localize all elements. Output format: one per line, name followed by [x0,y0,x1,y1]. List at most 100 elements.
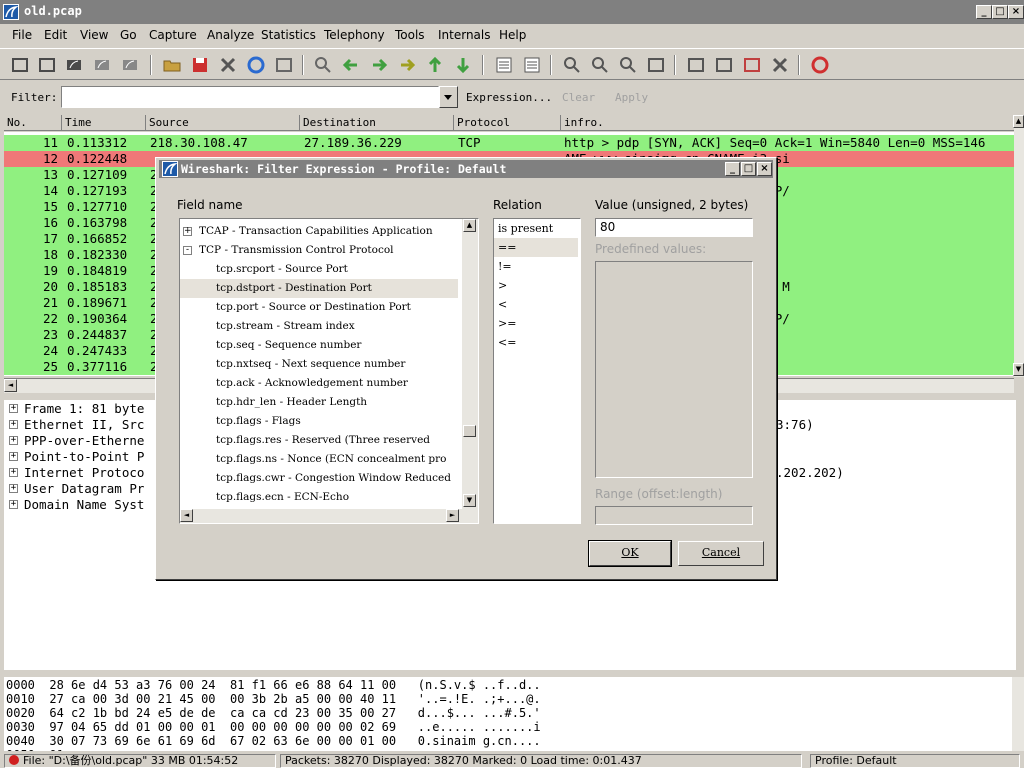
field-tree-item[interactable]: tcp.srcport - Source Port [180,260,458,279]
ok-button[interactable]: OK [588,540,672,567]
go-back-icon[interactable] [341,55,361,75]
zoom-normal-icon[interactable] [618,55,638,75]
field-tree-item[interactable]: tcp.stream - Stream index [180,317,458,336]
open-file-icon[interactable] [162,55,182,75]
minimize-icon[interactable]: _ [976,5,992,19]
collapse-icon[interactable]: - [183,246,192,255]
relation-item[interactable]: is present [494,219,578,238]
display-filters-icon[interactable] [714,55,734,75]
value-input[interactable]: 80 [595,218,753,237]
expand-icon[interactable]: + [9,468,18,477]
scroll-left-icon[interactable]: ◄ [180,509,193,522]
capture-options-icon[interactable] [37,55,57,75]
field-tree-item[interactable]: tcp.hdr_len - Header Length [180,393,458,412]
go-forward-icon[interactable] [369,55,389,75]
menu-internals[interactable]: Internals [438,28,491,42]
resize-columns-icon[interactable] [646,55,666,75]
field-tree-item[interactable]: tcp.flags - Flags [180,412,458,431]
scroll-thumb[interactable] [463,425,476,437]
relation-item[interactable]: >= [494,314,578,333]
dialog-close-icon[interactable]: × [757,162,772,176]
capture-filters-icon[interactable] [686,55,706,75]
menu-capture[interactable]: Capture [149,28,197,42]
expand-icon[interactable]: + [9,500,18,509]
preferences-icon[interactable] [770,55,790,75]
clear-button[interactable]: Clear [562,91,595,104]
relation-item[interactable]: <= [494,333,578,352]
expert-info-icon[interactable] [9,755,19,765]
menu-statistics[interactable]: Statistics [261,28,316,42]
close-file-icon[interactable] [218,55,238,75]
relation-item[interactable]: < [494,295,578,314]
menu-view[interactable]: View [80,28,108,42]
column-header[interactable]: Time [62,115,146,131]
scroll-down-icon[interactable]: ▼ [463,494,476,507]
column-header[interactable]: Protocol [454,115,561,131]
expand-icon[interactable]: + [183,227,192,236]
field-tree-item[interactable]: tcp.dstport - Destination Port [180,279,458,298]
expression-button[interactable]: Expression... [466,91,552,104]
menu-help[interactable]: Help [499,28,526,42]
menu-go[interactable]: Go [120,28,137,42]
relation-item[interactable]: != [494,257,578,276]
column-header[interactable]: infro. [561,115,1016,131]
expand-icon[interactable]: + [9,452,18,461]
close-icon[interactable]: × [1008,5,1024,19]
menu-analyze[interactable]: Analyze [207,28,254,42]
go-last-icon[interactable] [453,55,473,75]
go-first-icon[interactable] [425,55,445,75]
expand-icon[interactable]: + [9,404,18,413]
scroll-up-icon[interactable]: ▲ [463,219,476,232]
field-tree-item[interactable]: + TCAP - Transaction Capabilities Applica… [180,222,458,241]
menu-tools[interactable]: Tools [395,28,425,42]
field-tree-item[interactable]: tcp.port - Source or Destination Port [180,298,458,317]
packet-list-scrollbar[interactable]: ▲ ▼ [1013,115,1024,377]
field-tree-hscrollbar[interactable]: ◄ ► [180,509,478,523]
field-tree-item[interactable]: tcp.seq - Sequence number [180,336,458,355]
field-tree-item[interactable]: tcp.flags.ns - Nonce (ECN concealment pr… [180,450,458,469]
expand-icon[interactable]: + [9,420,18,429]
column-header[interactable]: Source [146,115,300,131]
scroll-right-icon[interactable]: ► [446,509,459,522]
field-tree-item[interactable]: tcp.flags.ecn - ECN-Echo [180,488,458,507]
apply-button[interactable]: Apply [615,91,648,104]
field-tree-item[interactable]: tcp.flags.res - Reserved (Three reserved [180,431,458,450]
find-packet-icon[interactable] [313,55,333,75]
dialog-minimize-icon[interactable]: _ [725,162,740,176]
coloring-rules-icon[interactable] [742,55,762,75]
field-tree-item[interactable]: tcp.flags.cwr - Congestion Window Reduce… [180,469,458,488]
packet-bytes-pane[interactable]: 0000 28 6e d4 53 a3 76 00 24 81 f1 66 e6… [4,677,1016,751]
status-profile[interactable]: Profile: Default [810,754,1020,768]
stop-capture-icon[interactable] [92,55,112,75]
scroll-left-icon[interactable]: ◄ [4,379,17,392]
save-file-icon[interactable] [190,55,210,75]
dialog-maximize-icon[interactable]: □ [741,162,756,176]
colorize-icon[interactable] [494,55,514,75]
display-filter-input[interactable] [61,86,439,108]
bytes-scrollbar[interactable] [1012,677,1024,751]
zoom-in-icon[interactable] [562,55,582,75]
column-header[interactable]: Destination [300,115,454,131]
menu-file[interactable]: File [12,28,32,42]
expand-icon[interactable]: + [9,436,18,445]
help-icon[interactable] [810,55,830,75]
restart-capture-icon[interactable] [120,55,140,75]
reload-icon[interactable] [246,55,266,75]
field-tree-item[interactable]: tcp.nxtseq - Next sequence number [180,355,458,374]
start-capture-icon[interactable] [64,55,84,75]
relation-list[interactable]: is present == != > < >= <= [493,218,581,524]
scroll-down-icon[interactable]: ▼ [1013,363,1024,376]
field-tree[interactable]: + TCAP - Transaction Capabilities Applica… [179,218,479,524]
window-title-bar[interactable]: old.pcap _ □ × [0,0,1024,24]
menu-edit[interactable]: Edit [44,28,67,42]
field-tree-vscrollbar[interactable]: ▲ ▼ [462,219,478,509]
autoscroll-icon[interactable] [522,55,542,75]
field-tree-item[interactable]: tcp.ack - Acknowledgement number [180,374,458,393]
zoom-out-icon[interactable] [590,55,610,75]
interface-list-icon[interactable] [10,55,30,75]
field-tree-item[interactable]: - TCP - Transmission Control Protocol [180,241,458,260]
maximize-icon[interactable]: □ [992,5,1008,19]
print-icon[interactable] [274,55,294,75]
scroll-up-icon[interactable]: ▲ [1013,115,1024,128]
relation-item[interactable]: == [494,238,578,257]
